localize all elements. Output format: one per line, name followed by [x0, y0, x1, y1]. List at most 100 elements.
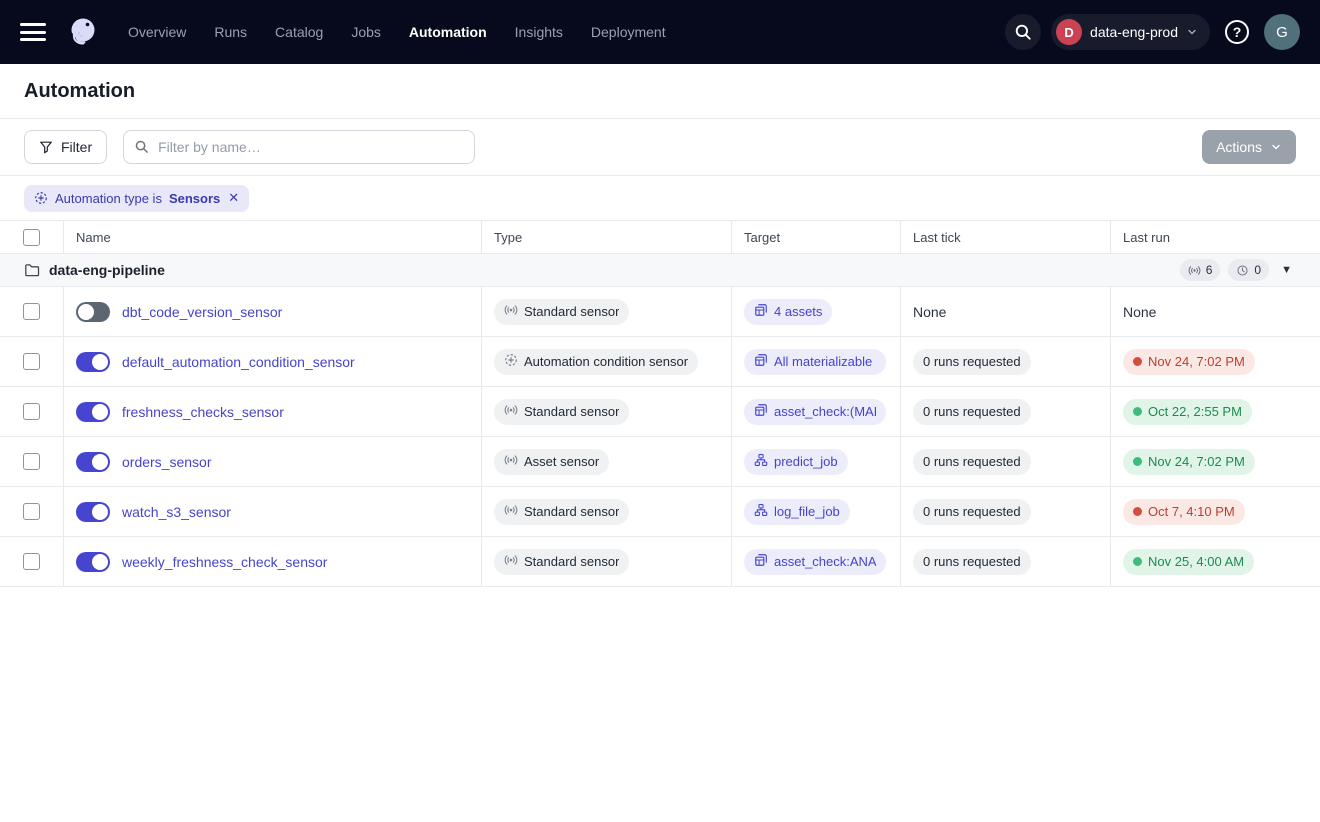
collapse-group-icon[interactable]: ▼ [1277, 262, 1296, 278]
column-header-target: Target [732, 221, 901, 253]
row-checkbox[interactable] [23, 303, 40, 320]
sensor-toggle[interactable] [76, 302, 110, 322]
sensor-toggle[interactable] [76, 452, 110, 472]
sensor-icon [504, 453, 518, 467]
active-filters-row: Automation type is Sensors ✕ [0, 176, 1320, 221]
last-tick-badge[interactable]: 0 runs requested [913, 499, 1031, 525]
row-checkbox[interactable] [23, 403, 40, 420]
sensor-table-row: watch_s3_sensor Standard sensor log_file… [0, 487, 1320, 537]
sensor-type-badge: Automation condition sensor [494, 349, 698, 375]
run-status-dot-icon [1133, 457, 1142, 466]
deployment-switcher[interactable]: D data-eng-prod [1051, 14, 1210, 50]
table-header-row: NameTypeTargetLast tickLast run [0, 221, 1320, 254]
sensor-type-badge: Standard sensor [494, 399, 629, 425]
sensor-toggle[interactable] [76, 502, 110, 522]
hamburger-menu-icon[interactable] [20, 23, 46, 41]
sensor-icon [504, 403, 518, 417]
last-run-badge[interactable]: Nov 24, 7:02 PM [1123, 349, 1255, 375]
sensor-type-badge: Standard sensor [494, 499, 629, 525]
last-run-badge[interactable]: Nov 25, 4:00 AM [1123, 549, 1254, 575]
asset-icon [754, 553, 768, 567]
sensor-icon [504, 303, 518, 317]
run-status-dot-icon [1133, 407, 1142, 416]
sensor-icon [1188, 264, 1201, 277]
deployment-name: data-eng-prod [1090, 24, 1178, 40]
search-icon[interactable] [1005, 14, 1041, 50]
actions-button[interactable]: Actions [1202, 130, 1296, 164]
last-tick-badge[interactable]: 0 runs requested [913, 449, 1031, 475]
asset-icon [754, 353, 768, 367]
nav-tab-jobs[interactable]: Jobs [351, 24, 381, 40]
column-header-name: Name [64, 221, 482, 253]
last-tick-badge[interactable]: 0 runs requested [913, 399, 1031, 425]
target-badge[interactable]: predict_job [744, 449, 848, 475]
funnel-icon [39, 140, 53, 154]
run-status-dot-icon [1133, 557, 1142, 566]
target-badge[interactable]: asset_check:ANALYT [744, 549, 886, 575]
sensor-name-link[interactable]: watch_s3_sensor [122, 504, 231, 520]
remove-filter-icon[interactable]: ✕ [228, 190, 239, 206]
name-filter-field [123, 130, 475, 164]
sensor-toggle[interactable] [76, 552, 110, 572]
nav-tab-runs[interactable]: Runs [214, 24, 247, 40]
select-all-checkbox[interactable] [23, 229, 40, 246]
sensor-table-row: dbt_code_version_sensor Standard sensor … [0, 287, 1320, 337]
target-badge[interactable]: All materializable assets [744, 349, 886, 375]
sensor-toggle[interactable] [76, 402, 110, 422]
page-header: Automation [0, 64, 1320, 119]
nav-tab-insights[interactable]: Insights [515, 24, 563, 40]
column-header-last-run: Last run [1111, 221, 1320, 253]
row-checkbox[interactable] [23, 553, 40, 570]
row-checkbox[interactable] [23, 453, 40, 470]
sensor-type-badge: Asset sensor [494, 449, 609, 475]
user-avatar[interactable]: G [1264, 14, 1300, 50]
last-tick-value: None [913, 304, 946, 320]
page-title: Automation [24, 80, 135, 103]
last-tick-badge[interactable]: 0 runs requested [913, 349, 1031, 375]
last-tick-badge[interactable]: 0 runs requested [913, 549, 1031, 575]
folder-icon [24, 262, 40, 278]
sensor-table-row: weekly_freshness_check_sensor Standard s… [0, 537, 1320, 587]
filter-chip-automation-type[interactable]: Automation type is Sensors ✕ [24, 185, 249, 212]
deployment-avatar: D [1056, 19, 1082, 45]
nav-tab-overview[interactable]: Overview [128, 24, 186, 40]
row-checkbox[interactable] [23, 503, 40, 520]
toolbar: Filter Actions [0, 119, 1320, 176]
asset-icon [754, 403, 768, 417]
filter-chip-value: Sensors [169, 191, 220, 206]
sensor-name-link[interactable]: freshness_checks_sensor [122, 404, 284, 420]
sensor-table-row: orders_sensor Asset sensor predict_job 0… [0, 437, 1320, 487]
nav-tab-automation[interactable]: Automation [409, 24, 487, 40]
sensor-name-link[interactable]: weekly_freshness_check_sensor [122, 554, 327, 570]
column-header-type: Type [482, 221, 732, 253]
automation-table: NameTypeTargetLast tickLast run data-eng… [0, 221, 1320, 587]
asset-icon [754, 303, 768, 317]
help-icon[interactable]: ? [1220, 15, 1254, 49]
sensor-type-badge: Standard sensor [494, 299, 629, 325]
sensor-toggle[interactable] [76, 352, 110, 372]
target-badge[interactable]: 4 assets [744, 299, 832, 325]
automation-icon [504, 353, 518, 367]
name-filter-input[interactable] [123, 130, 475, 164]
chevron-down-icon [1186, 26, 1198, 38]
row-checkbox[interactable] [23, 353, 40, 370]
filter-button[interactable]: Filter [24, 130, 107, 164]
last-run-badge[interactable]: Oct 22, 2:55 PM [1123, 399, 1252, 425]
code-location-group-row: data-eng-pipeline 6 0 ▼ [0, 254, 1320, 287]
last-run-value: None [1123, 304, 1156, 320]
sensor-name-link[interactable]: dbt_code_version_sensor [122, 304, 282, 320]
target-badge[interactable]: asset_check:(MARKET [744, 399, 886, 425]
job-icon [754, 453, 768, 467]
search-icon [134, 139, 149, 154]
nav-tab-catalog[interactable]: Catalog [275, 24, 323, 40]
sensor-name-link[interactable]: orders_sensor [122, 454, 212, 470]
target-badge[interactable]: log_file_job [744, 499, 850, 525]
sensor-table-row: freshness_checks_sensor Standard sensor … [0, 387, 1320, 437]
last-run-badge[interactable]: Nov 24, 7:02 PM [1123, 449, 1255, 475]
sensor-count-badge: 6 [1180, 259, 1221, 281]
sensor-name-link[interactable]: default_automation_condition_sensor [122, 354, 355, 370]
nav-tab-deployment[interactable]: Deployment [591, 24, 666, 40]
dagster-logo-icon[interactable] [64, 13, 102, 51]
last-run-badge[interactable]: Oct 7, 4:10 PM [1123, 499, 1245, 525]
sensor-type-badge: Standard sensor [494, 549, 629, 575]
